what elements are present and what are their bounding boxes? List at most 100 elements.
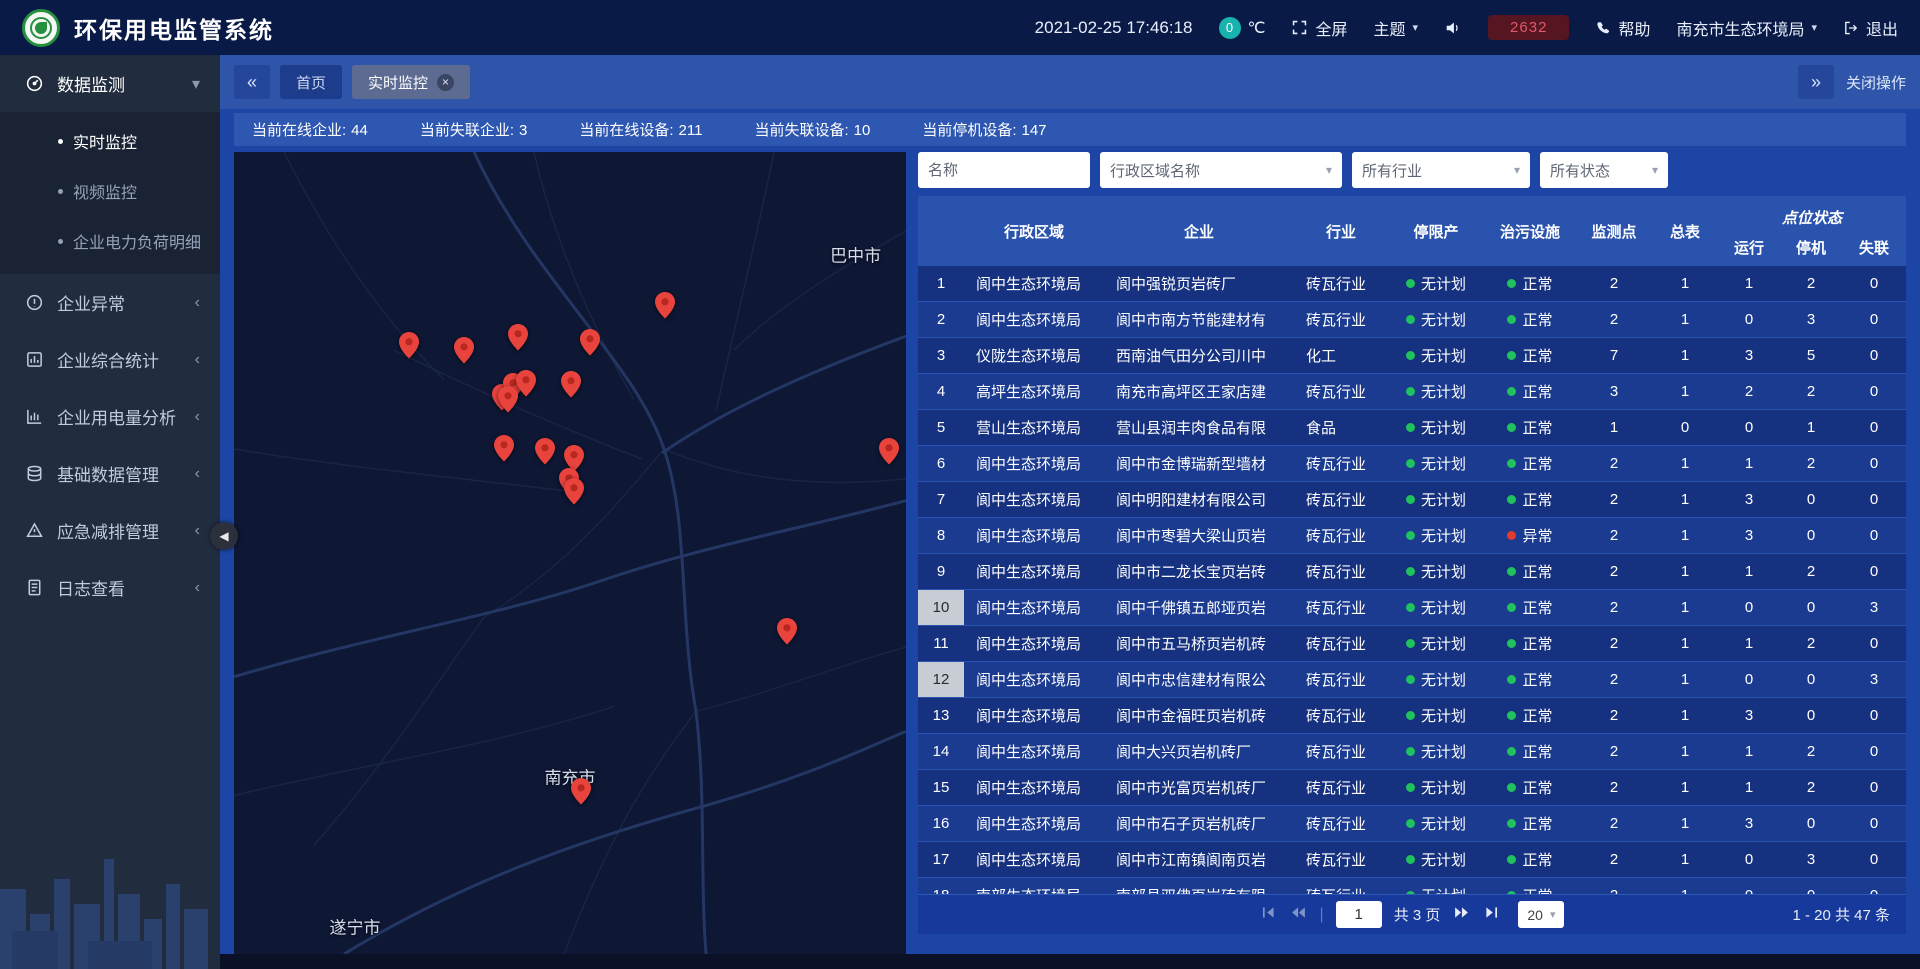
map-pin-icon[interactable] [498,386,518,418]
status-label: 无计划 [1421,633,1466,654]
sidebar-item-enterprise-abnormal[interactable]: 企业异常‹ [0,274,220,331]
theme-menu[interactable]: 主题 ▾ [1374,16,1419,40]
tabs-scroll-right-button[interactable]: » [1798,65,1834,99]
industry-filter-select[interactable]: 所有行业 ▾ [1352,152,1530,188]
table-row[interactable]: 2阆中生态环境局阆中市南方节能建材有砖瓦行业无计划正常21030 [918,302,1906,338]
status-label: 正常 [1522,633,1552,654]
main-area: « 首页实时监控× » 关闭操作 当前在线企业:44当前失联企业:3当前在线设备… [220,55,1920,954]
sidebar-collapse-toggle[interactable]: ◀ [210,522,238,550]
sidebar-subitem-realtime-monitor[interactable]: 实时监控 [0,116,220,166]
help-button[interactable]: 帮助 [1595,16,1650,40]
map-pin-icon[interactable] [494,435,514,467]
close-operations-button[interactable]: 关闭操作 [1846,72,1906,93]
cell-running: 3 [1718,482,1780,517]
cell-production: 无计划 [1388,590,1484,625]
status-filter-select[interactable]: 所有状态 ▾ [1540,152,1668,188]
map-pin-icon[interactable] [561,371,581,403]
next-page-button[interactable] [1452,904,1471,925]
table-row[interactable]: 11阆中生态环境局阆中市五马桥页岩机砖砖瓦行业无计划正常21120 [918,626,1906,662]
tabs-scroll-left-button[interactable]: « [234,65,270,99]
map-pin-icon[interactable] [454,337,474,369]
table-row[interactable]: 4高坪生态环境局南充市高坪区王家店建砖瓦行业无计划正常31220 [918,374,1906,410]
cell-lost: 0 [1842,554,1906,589]
map-pin-icon[interactable] [399,332,419,364]
table-row[interactable]: 14阆中生态环境局阆中大兴页岩机砖厂砖瓦行业无计划正常21120 [918,734,1906,770]
sidebar-item-emergency-reduction[interactable]: 应急减排管理‹ [0,502,220,559]
region-filter-select[interactable]: 行政区域名称 ▾ [1100,152,1342,188]
sidebar-item-label: 应急减排管理 [57,518,159,543]
sidebar-item-data-monitoring[interactable]: 数据监测▾ [0,55,220,112]
temperature-indicator: 0 ℃ [1219,17,1266,39]
sidebar-submenu: 实时监控视频监控企业电力负荷明细 [0,112,220,274]
tab-realtime[interactable]: 实时监控× [352,65,470,99]
status-label: 正常 [1522,777,1552,798]
sidebar-item-power-analysis[interactable]: 企业用电量分析‹ [0,388,220,445]
status-dot-icon [1507,639,1516,648]
status-dot-icon [1507,279,1516,288]
close-icon[interactable]: × [437,74,454,91]
prev-page-button[interactable] [1289,904,1308,925]
status-dot-icon [1406,855,1415,864]
map-pin-icon[interactable] [777,618,797,650]
table-row[interactable]: 1阆中生态环境局阆中强锐页岩砖厂砖瓦行业无计划正常21120 [918,266,1906,302]
status-dot-icon [1507,675,1516,684]
table-row[interactable]: 7阆中生态环境局阆中明阳建材有限公司砖瓦行业无计划正常21300 [918,482,1906,518]
cell-facility: 正常 [1484,410,1576,445]
cell-production: 无计划 [1388,806,1484,841]
last-page-button[interactable] [1483,904,1500,925]
tab-bar: « 首页实时监控× » 关闭操作 [220,55,1920,109]
sidebar-item-enterprise-stats[interactable]: 企业综合统计‹ [0,331,220,388]
map-pin-icon[interactable] [655,292,675,324]
map-pin-icon[interactable] [571,778,591,810]
cell-lost: 0 [1842,266,1906,301]
stat-online-devices: 当前在线设备:211 [579,119,702,140]
map-pin-icon[interactable] [516,370,536,402]
map-pin-icon[interactable] [508,324,528,356]
table-row[interactable]: 10阆中生态环境局阆中千佛镇五郎垭页岩砖瓦行业无计划正常21003 [918,590,1906,626]
cell-facility: 正常 [1484,302,1576,337]
cell-running: 0 [1718,590,1780,625]
cell-industry: 食品 [1294,410,1388,445]
sidebar-item-base-data[interactable]: 基础数据管理‹ [0,445,220,502]
page-input[interactable] [1336,901,1382,928]
cell-production: 无计划 [1388,302,1484,337]
fullscreen-button[interactable]: 全屏 [1291,16,1347,40]
table-row[interactable]: 6阆中生态环境局阆中市金博瑞新型墙材砖瓦行业无计划正常21120 [918,446,1906,482]
table-row[interactable]: 16阆中生态环境局阆中市石子页岩机砖厂砖瓦行业无计划正常21300 [918,806,1906,842]
cell-lost: 0 [1842,446,1906,481]
alarm-speaker-button[interactable] [1444,19,1462,37]
tab-home[interactable]: 首页 [280,65,342,99]
logout-button[interactable]: 退出 [1843,16,1898,40]
map-pin-icon[interactable] [535,438,555,470]
cell-region: 营山生态环境局 [964,410,1104,445]
table-row[interactable]: 9阆中生态环境局阆中市二龙长宝页岩砖砖瓦行业无计划正常21120 [918,554,1906,590]
map-pin-icon[interactable] [580,329,600,361]
table-row[interactable]: 17阆中生态环境局阆中市江南镇阆南页岩砖瓦行业无计划正常21030 [918,842,1906,878]
status-dot-icon [1507,567,1516,576]
table-row[interactable]: 3仪陇生态环境局西南油气田分公司川中化工无计划正常71350 [918,338,1906,374]
map-panel[interactable]: 巴中市南充市遂宁市 [234,152,906,954]
sidebar-subitem-power-load-detail[interactable]: 企业电力负荷明细 [0,216,220,266]
table-row[interactable]: 12阆中生态环境局阆中市忠信建材有限公砖瓦行业无计划正常21003 [918,662,1906,698]
table-row[interactable]: 18南部生态环境局南部县双佛页岩砖有限砖瓦行业无计划正常21000 [918,878,1906,894]
status-dot-icon [1406,423,1415,432]
map-pin-icon[interactable] [879,438,899,470]
alarm-count-badge[interactable]: 2632 [1488,15,1569,40]
cell-production: 无计划 [1388,554,1484,589]
page-size-select[interactable]: 20 ▾ [1518,901,1564,928]
map-pin-icon[interactable] [564,478,584,510]
sidebar-item-log-view[interactable]: 日志查看‹ [0,559,220,616]
status-label: 正常 [1522,597,1552,618]
sidebar-subitem-video-monitor[interactable]: 视频监控 [0,166,220,216]
first-page-button[interactable] [1260,904,1277,925]
name-filter-input[interactable] [918,152,1090,188]
cell-facility: 正常 [1484,266,1576,301]
table-row[interactable]: 5营山生态环境局营山县润丰肉食品有限食品无计划正常10010 [918,410,1906,446]
table-header: 行政区域企业行业停限产治污设施监测点总表点位状态运行停机失联 [918,196,1906,266]
table-row[interactable]: 13阆中生态环境局阆中市金福旺页岩机砖砖瓦行业无计划正常21300 [918,698,1906,734]
table-row[interactable]: 15阆中生态环境局阆中市光富页岩机砖厂砖瓦行业无计划正常21120 [918,770,1906,806]
chevron-left-icon: ‹ [187,408,200,426]
table-row[interactable]: 8阆中生态环境局阆中市枣碧大梁山页岩砖瓦行业无计划异常21300 [918,518,1906,554]
org-menu[interactable]: 南充市生态环境局 ▾ [1676,16,1817,40]
cell-facility: 正常 [1484,626,1576,661]
